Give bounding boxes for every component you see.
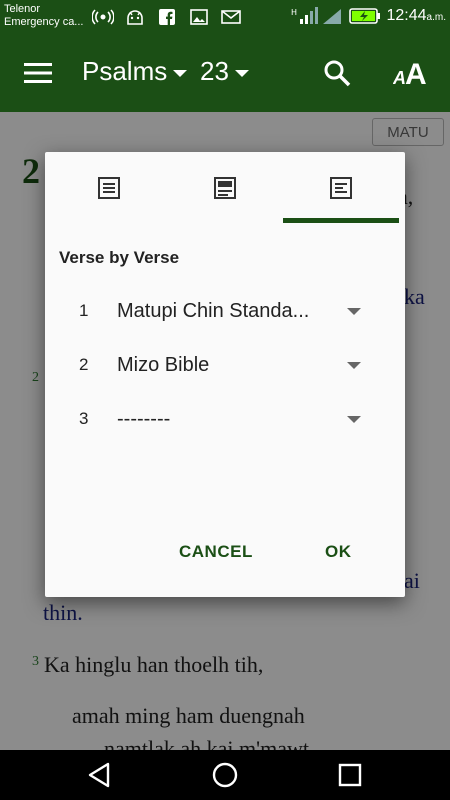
row-number: 3: [79, 409, 89, 428]
version-selector-2[interactable]: 2 Mizo Bible: [45, 345, 405, 385]
row-number: 1: [79, 301, 89, 320]
version-value: Matupi Chin Standa...: [117, 299, 310, 322]
row-number: 2: [79, 355, 89, 374]
battery-icon: [348, 8, 380, 24]
notification-icons: [92, 8, 242, 26]
gallery-icon: [188, 8, 210, 26]
layout-tabs: [45, 152, 405, 224]
status-right: H 12:44a.m.: [291, 6, 447, 26]
version-selector-1[interactable]: 1 Matupi Chin Standa...: [45, 291, 405, 331]
font-size-button[interactable]: A A: [392, 56, 433, 91]
document-icon: [98, 177, 120, 199]
ok-button[interactable]: OK: [325, 542, 352, 562]
app-bar: Psalms 23 A A: [0, 34, 450, 112]
svg-text:H: H: [291, 8, 297, 17]
android-icon: [124, 8, 146, 26]
home-circle-icon: [212, 762, 238, 788]
tab-verse-by-verse[interactable]: [283, 152, 399, 224]
mail-icon: [220, 8, 242, 26]
navigation-bar: [0, 750, 450, 800]
hotspot-icon: [92, 8, 114, 26]
dropdown-arrow-icon: [347, 361, 361, 369]
home-button[interactable]: [211, 762, 239, 788]
back-button[interactable]: [86, 762, 114, 788]
version-value: Mizo Bible: [117, 353, 210, 376]
recents-square-icon: [338, 763, 362, 787]
chapter-selector[interactable]: 23: [200, 56, 249, 87]
version-value: --------: [117, 407, 171, 430]
signal-icon: H: [291, 7, 341, 24]
book-label: Psalms: [82, 56, 168, 86]
facebook-icon: [156, 8, 178, 26]
book-selector[interactable]: Psalms: [82, 56, 188, 87]
font-size-icon: A A: [392, 58, 427, 91]
chapter-label: 23: [200, 56, 229, 86]
verse-list-icon: [330, 177, 352, 199]
recents-button[interactable]: [336, 762, 364, 788]
tab-single-view[interactable]: [51, 152, 167, 224]
active-tab-indicator: [283, 218, 399, 223]
clock: 12:44a.m.: [386, 7, 447, 24]
search-button[interactable]: [322, 58, 352, 88]
split-document-icon: [214, 177, 236, 199]
carrier-label: Telenor Emergency ca...: [4, 3, 84, 28]
chevron-down-icon: [173, 70, 188, 77]
cancel-button[interactable]: CANCEL: [179, 542, 253, 562]
svg-text:A: A: [405, 58, 427, 88]
parallel-view-dialog: Verse by Verse 1 Matupi Chin Standa... 2…: [45, 152, 405, 597]
search-icon: [324, 60, 351, 87]
tab-split-view[interactable]: [167, 152, 283, 224]
back-triangle-icon: [88, 762, 110, 788]
menu-button[interactable]: [24, 61, 54, 85]
dropdown-arrow-icon: [347, 415, 361, 423]
version-selector-3[interactable]: 3 --------: [45, 399, 405, 439]
status-bar: Telenor Emergency ca... H 12:44a.m.: [0, 0, 450, 34]
chevron-down-icon: [234, 70, 249, 77]
hamburger-icon: [24, 63, 52, 83]
dropdown-arrow-icon: [347, 307, 361, 315]
dialog-title: Verse by Verse: [59, 248, 180, 267]
